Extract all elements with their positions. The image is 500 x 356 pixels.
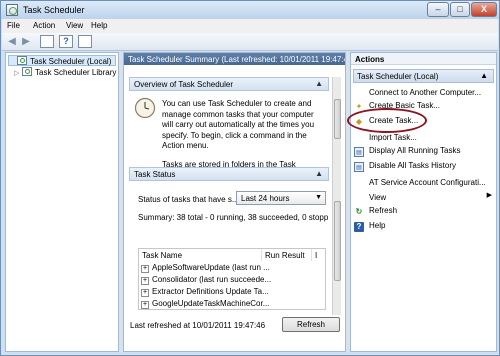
task-scheduler-icon	[17, 56, 27, 65]
expand-plus-icon[interactable]: +	[141, 265, 149, 273]
last-refreshed-text: Last refreshed at 10/01/2011 19:47:46	[130, 321, 266, 330]
collapse-caret-icon[interactable]: ▲	[315, 169, 323, 178]
show-hide-console-tree-icon[interactable]	[40, 35, 54, 48]
history-icon: ▤	[354, 162, 364, 172]
annotation-circle	[347, 108, 427, 133]
help-icon[interactable]: ?	[59, 35, 73, 48]
folder-icon	[22, 67, 32, 76]
action-disable-all-tasks-history[interactable]: ▤ Disable All Tasks History	[354, 161, 456, 173]
actions-title: Actions	[351, 53, 496, 65]
maximize-button[interactable]: □	[450, 2, 470, 17]
tree-expand-icon[interactable]: ▷	[14, 69, 22, 77]
tree-root-label: Task Scheduler (Local)	[30, 57, 112, 66]
tree-child-label: Task Scheduler Library	[35, 68, 117, 77]
status-label: Status of tasks that have s...	[138, 195, 239, 204]
expand-plus-icon[interactable]: +	[141, 277, 149, 285]
action-display-all-running-tasks[interactable]: ▤ Display All Running Tasks	[354, 146, 460, 158]
back-arrow-icon[interactable]: ◀	[6, 36, 18, 48]
window-title: Task Scheduler	[23, 5, 85, 15]
action-at-service-account-configuration[interactable]: AT Service Account Configurati...	[354, 176, 486, 188]
collapse-caret-icon[interactable]: ▲	[315, 79, 323, 88]
menu-action[interactable]: Action	[33, 21, 55, 30]
overview-text: You can use Task Scheduler to create and…	[162, 99, 315, 169]
summary-line: Summary: 38 total - 0 running, 38 succee…	[138, 213, 328, 222]
task-status-title: Task Status	[134, 170, 176, 179]
status-period-select[interactable]: Last 24 hours ▼	[236, 191, 326, 205]
overview-title: Overview of Task Scheduler	[134, 80, 234, 89]
toolbar: ◀ ▶ ?	[2, 33, 498, 51]
summary-pane: Task Scheduler Summary (Last refreshed: …	[123, 52, 346, 352]
table-row[interactable]: + Consolidator (last run succeede...	[141, 275, 271, 286]
forward-arrow-icon[interactable]: ▶	[20, 36, 32, 48]
show-hide-action-pane-icon[interactable]	[78, 35, 92, 48]
action-help[interactable]: ? Help	[354, 221, 385, 233]
action-connect-to-another-computer[interactable]: Connect to Another Computer...	[354, 86, 481, 98]
actions-group-task-scheduler-local[interactable]: Task Scheduler (Local) ▲	[353, 69, 494, 83]
chevron-down-icon: ▼	[315, 194, 322, 201]
overview-section-header[interactable]: Overview of Task Scheduler ▲	[129, 77, 329, 91]
title-bar: Task Scheduler – □ X	[1, 1, 499, 19]
collapse-caret-icon[interactable]: ▲	[480, 71, 488, 80]
menu-bar: File Action View Help	[2, 19, 498, 33]
close-button[interactable]: X	[471, 2, 497, 17]
table-row[interactable]: + AppleSoftwareUpdate (last run ...	[141, 263, 270, 274]
refresh-icon: ↻	[355, 207, 363, 216]
actions-pane: Actions Task Scheduler (Local) ▲ Connect…	[347, 52, 497, 352]
import-icon	[354, 131, 364, 141]
table-row[interactable]: + GoogleUpdateTaskMachineCor...	[141, 299, 269, 310]
task-status-scroll-thumb[interactable]	[334, 201, 341, 281]
tree-item-task-scheduler-library[interactable]: ▷ Task Scheduler Library	[14, 67, 116, 78]
action-refresh[interactable]: ↻ Refresh	[354, 206, 397, 218]
refresh-button[interactable]: Refresh	[282, 317, 340, 332]
expand-plus-icon[interactable]: +	[141, 289, 149, 297]
overview-body: You can use Task Scheduler to create and…	[130, 91, 325, 203]
expand-plus-icon[interactable]: +	[141, 301, 149, 309]
task-status-table: Task Name Run Result I + AppleSoftwareUpd…	[138, 248, 326, 310]
column-next[interactable]: I	[312, 249, 326, 261]
menu-help[interactable]: Help	[91, 21, 107, 30]
submenu-arrow-icon: ▶	[486, 192, 492, 199]
table-row[interactable]: + Extractor Definitions Update Ta...	[141, 287, 269, 298]
column-run-result[interactable]: Run Result	[262, 249, 312, 261]
menu-view[interactable]: View	[66, 21, 83, 30]
task-status-scrollbar[interactable]	[332, 167, 341, 315]
column-task-name[interactable]: Task Name	[139, 249, 262, 261]
action-view[interactable]: View ▶	[354, 191, 492, 203]
help-icon: ?	[354, 222, 364, 232]
task-status-section-header[interactable]: Task Status ▲	[129, 167, 329, 181]
task-scheduler-window: Task Scheduler – □ X File Action View He…	[0, 0, 500, 356]
navigation-tree: Task Scheduler (Local) ▷ Task Scheduler L…	[5, 52, 119, 352]
clock-icon	[134, 97, 156, 119]
summary-header: Task Scheduler Summary (Last refreshed: …	[124, 53, 345, 65]
task-scheduler-app-icon	[6, 4, 18, 16]
computer-icon	[354, 86, 364, 96]
menu-file[interactable]: File	[7, 21, 20, 30]
tree-item-task-scheduler-local[interactable]: Task Scheduler (Local)	[8, 55, 116, 66]
overview-scroll-thumb[interactable]	[334, 99, 341, 139]
minimize-button[interactable]: –	[427, 2, 449, 17]
running-tasks-icon: ▤	[354, 147, 364, 157]
